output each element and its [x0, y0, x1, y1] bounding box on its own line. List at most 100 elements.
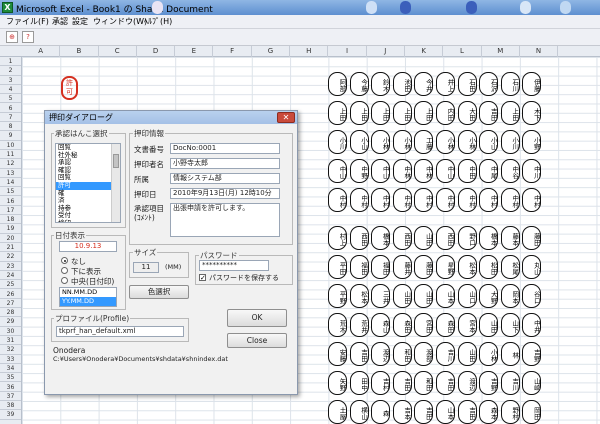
- name-seal[interactable]: 小山: [349, 130, 369, 154]
- name-seal[interactable]: 吉川: [500, 371, 520, 395]
- row-header[interactable]: 36: [0, 383, 21, 392]
- name-seal[interactable]: 山田: [457, 342, 477, 366]
- close-icon[interactable]: ✕: [277, 112, 295, 123]
- name-seal[interactable]: 藤田: [414, 255, 434, 279]
- name-seal[interactable]: 中村: [522, 188, 542, 212]
- column-header[interactable]: K: [405, 46, 444, 57]
- row-header[interactable]: 33: [0, 355, 21, 364]
- name-seal[interactable]: 小林: [457, 130, 477, 154]
- row-header[interactable]: 34: [0, 364, 21, 374]
- name-seal[interactable]: 森田: [436, 313, 455, 337]
- name-seal[interactable]: 上田: [414, 101, 434, 125]
- row-header[interactable]: 21: [0, 243, 21, 253]
- column-header[interactable]: J: [367, 46, 405, 57]
- name-seal[interactable]: 鈴木: [371, 72, 391, 96]
- name-seal[interactable]: 吉田: [414, 400, 434, 424]
- row-header[interactable]: 15: [0, 187, 21, 197]
- row-header[interactable]: 31: [0, 336, 21, 346]
- row-header[interactable]: 26: [0, 290, 21, 299]
- row-header[interactable]: 14: [0, 178, 21, 188]
- date-format-item[interactable]: YY.MM.DD: [60, 297, 116, 306]
- name-seal[interactable]: 上田: [349, 101, 369, 125]
- name-seal[interactable]: 丸山: [522, 255, 542, 279]
- name-seal[interactable]: 池田: [392, 72, 412, 96]
- stamp-icon[interactable]: ⊕: [6, 31, 18, 43]
- name-seal[interactable]: 山田: [414, 284, 434, 308]
- name-seal[interactable]: 中尾: [479, 159, 499, 183]
- row-header[interactable]: 22: [0, 252, 21, 262]
- name-seal[interactable]: 森: [371, 400, 391, 424]
- menu-file[interactable]: ファイル(F): [6, 16, 49, 27]
- row-header[interactable]: 8: [0, 122, 21, 132]
- name-seal[interactable]: 中林: [414, 159, 434, 183]
- name-seal[interactable]: 松田: [479, 255, 499, 279]
- radio-center[interactable]: [61, 277, 68, 284]
- approval-hanko-stamp[interactable]: 許可: [61, 76, 78, 100]
- name-seal[interactable]: 荒木: [328, 313, 347, 337]
- column-header[interactable]: I: [328, 46, 367, 57]
- row-header[interactable]: 7: [0, 113, 21, 123]
- name-seal[interactable]: 中川: [522, 159, 542, 183]
- name-seal[interactable]: 森本: [479, 400, 499, 424]
- name-seal[interactable]: 宮本: [457, 313, 477, 337]
- size-field[interactable]: 11: [133, 262, 159, 273]
- name-seal[interactable]: 山田: [392, 284, 412, 308]
- name-seal[interactable]: 山本: [436, 400, 455, 424]
- name-seal[interactable]: 星野: [436, 255, 455, 279]
- name-seal[interactable]: 石川: [500, 72, 520, 96]
- name-seal[interactable]: 中山: [371, 159, 391, 183]
- name-seal[interactable]: 平野: [328, 284, 347, 308]
- name-seal[interactable]: 中谷: [500, 159, 520, 183]
- column-header[interactable]: A: [22, 46, 61, 57]
- column-header[interactable]: B: [60, 46, 99, 57]
- name-seal[interactable]: 藤井: [392, 255, 412, 279]
- row-header[interactable]: 25: [0, 280, 21, 290]
- name-seal[interactable]: 石田: [457, 72, 477, 96]
- name-seal[interactable]: 吉野: [479, 371, 499, 395]
- name-seal[interactable]: 小川: [500, 130, 520, 154]
- row-header[interactable]: 19: [0, 224, 21, 234]
- row-header[interactable]: 23: [0, 262, 21, 271]
- column-header[interactable]: M: [482, 46, 520, 57]
- name-seal[interactable]: 中村: [436, 188, 455, 212]
- dept-field[interactable]: 情報システム部: [170, 173, 280, 184]
- name-seal[interactable]: 森田: [392, 313, 412, 337]
- column-header[interactable]: D: [137, 46, 176, 57]
- name-seal[interactable]: 大野: [479, 284, 499, 308]
- name-seal[interactable]: 平田: [328, 255, 347, 279]
- name-seal[interactable]: 西田: [392, 226, 412, 250]
- date-format-listbox[interactable]: NN.MM.DD YY.MM.DD: [59, 287, 117, 307]
- row-header[interactable]: 37: [0, 392, 21, 402]
- name-seal[interactable]: 小川: [328, 130, 347, 154]
- name-seal[interactable]: 山田: [414, 226, 434, 250]
- color-select-button[interactable]: 色選択: [129, 285, 189, 299]
- name-seal[interactable]: 藤本: [500, 226, 520, 250]
- name-seal[interactable]: 内田: [436, 101, 455, 125]
- name-seal[interactable]: 吉田: [479, 101, 499, 125]
- name-seal[interactable]: 吉田: [392, 371, 412, 395]
- row-header[interactable]: 13: [0, 169, 21, 178]
- column-header[interactable]: F: [214, 46, 252, 57]
- name-seal[interactable]: 吉田: [436, 371, 455, 395]
- password-save-checkbox[interactable]: ✓: [199, 274, 206, 282]
- name-seal[interactable]: 中田: [457, 159, 477, 183]
- listbox-scrollbar[interactable]: [111, 144, 120, 222]
- name-seal[interactable]: 上田: [371, 101, 391, 125]
- name-seal[interactable]: 山本: [436, 284, 455, 308]
- name-seal[interactable]: 宮田: [414, 313, 434, 337]
- scroll-thumb[interactable]: [113, 154, 119, 168]
- row-header[interactable]: 10: [0, 141, 21, 150]
- name-seal[interactable]: 小野: [522, 130, 542, 154]
- name-seal[interactable]: 藤田: [522, 226, 542, 250]
- profile-field[interactable]: tkprf_han_default.xml: [56, 326, 184, 337]
- help-icon[interactable]: ?: [22, 31, 34, 43]
- name-seal[interactable]: 中村: [392, 188, 412, 212]
- name-seal[interactable]: 山下: [500, 313, 520, 337]
- name-seal[interactable]: 林: [500, 342, 520, 366]
- doc-no-field[interactable]: DocNo:0001: [170, 143, 280, 154]
- name-seal[interactable]: 吉田: [457, 400, 477, 424]
- menu-approve[interactable]: 承認: [52, 16, 68, 27]
- name-seal[interactable]: 上田: [500, 101, 520, 125]
- name-seal[interactable]: 中村: [371, 188, 391, 212]
- row-header[interactable]: 5: [0, 94, 21, 104]
